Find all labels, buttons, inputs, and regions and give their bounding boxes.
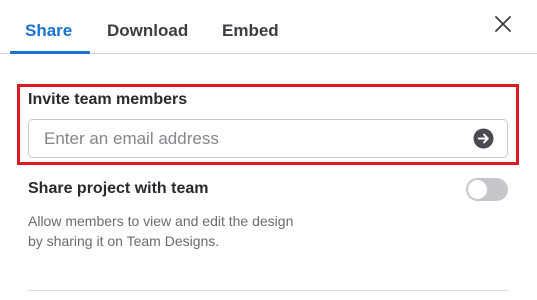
share-description-line: by sharing it on Team Designs. — [28, 233, 220, 249]
active-tab-indicator — [10, 51, 90, 54]
toggle-knob — [468, 180, 487, 199]
share-project-toggle[interactable] — [466, 178, 508, 201]
share-project-description: Allow members to view and edit the desig… — [28, 211, 348, 251]
email-input[interactable] — [28, 119, 508, 158]
tab-share[interactable]: Share — [25, 21, 72, 41]
invite-submit-button[interactable] — [473, 128, 494, 149]
tab-bar: Share Download Embed — [0, 0, 537, 54]
share-description-line: Allow members to view and edit the desig… — [28, 213, 294, 229]
arrow-right-circle-icon — [473, 128, 494, 149]
invite-title: Invite team members — [28, 91, 188, 108]
close-icon — [495, 16, 511, 32]
tab-download[interactable]: Download — [107, 21, 188, 41]
divider — [28, 290, 508, 291]
share-dialog: Share Download Embed Invite team members… — [0, 0, 537, 300]
share-project-title: Share project with team — [28, 180, 209, 197]
tab-embed[interactable]: Embed — [222, 21, 279, 41]
close-button[interactable] — [490, 11, 516, 37]
